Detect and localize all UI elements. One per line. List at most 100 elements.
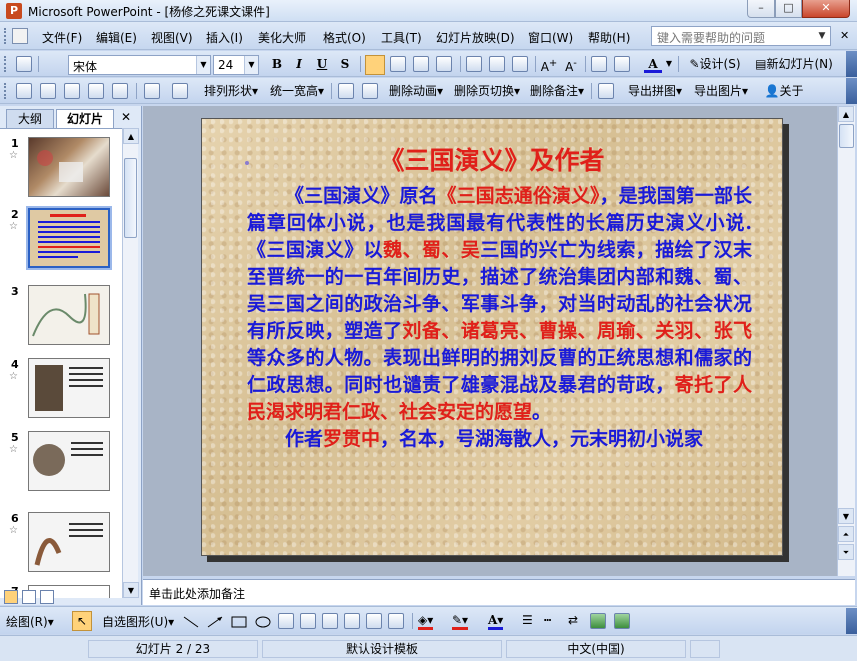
textbox-icon[interactable] [278, 613, 294, 629]
toolbar-options-icon[interactable] [44, 56, 58, 72]
numbering-icon[interactable] [489, 56, 505, 72]
font-color-button[interactable]: A [644, 55, 662, 73]
italic-button[interactable]: I [290, 55, 308, 73]
text-color-icon[interactable]: A▾ [488, 613, 504, 630]
shadow-style-icon[interactable] [590, 613, 606, 629]
menu-beautify[interactable]: 美化大师 [258, 29, 306, 46]
menu-slideshow[interactable]: 幻灯片放映(D) [436, 29, 515, 46]
text-style-icon[interactable] [338, 83, 354, 99]
picture-icon[interactable] [64, 83, 80, 99]
uniform-size-button[interactable]: 统一宽高▾ [266, 82, 328, 100]
scroll-down-icon[interactable]: ▼ [838, 508, 854, 524]
toolbar-grip[interactable] [4, 56, 7, 72]
oval-icon[interactable] [254, 615, 272, 629]
normal-view-icon[interactable] [4, 590, 18, 604]
slideshow-icon[interactable] [40, 590, 54, 604]
export-image-button[interactable]: 导出图片▾ [690, 82, 752, 100]
about-button[interactable]: 👤关于 [760, 82, 808, 100]
slide-thumbnail-selected[interactable] [26, 206, 112, 270]
maximize-button[interactable]: □ [775, 0, 802, 18]
align-center-icon[interactable] [390, 56, 406, 72]
line-style-icon[interactable]: ☰ [522, 613, 533, 627]
format-painter-icon[interactable] [16, 56, 32, 72]
menu-grip[interactable] [4, 28, 7, 44]
scroll-up-icon[interactable]: ▲ [123, 128, 139, 144]
toolbar-overflow-icon[interactable] [846, 78, 857, 104]
slide-thumbnail[interactable] [28, 137, 110, 197]
dash-style-icon[interactable]: ┅ [544, 613, 551, 627]
scroll-up-icon[interactable]: ▲ [838, 106, 854, 122]
increase-indent-icon[interactable] [614, 56, 630, 72]
autoshapes-button[interactable]: 自选图形(U)▾ [102, 613, 174, 630]
menu-window[interactable]: 窗口(W) [528, 29, 573, 46]
diagram-icon[interactable] [344, 613, 360, 629]
line-icon[interactable] [182, 615, 200, 629]
3d-style-icon[interactable] [614, 613, 630, 629]
slide-thumbnail-row[interactable]: 6 ☆ [0, 512, 122, 576]
line-color-icon[interactable]: ✎▾ [452, 613, 469, 630]
slide-thumbnail-row[interactable]: 7 [0, 585, 122, 598]
window-icon[interactable] [112, 83, 128, 99]
slide-thumbnail-row[interactable]: 4 ☆ [0, 358, 122, 422]
arrow-icon[interactable] [206, 615, 224, 629]
delete-animation-button[interactable]: 删除动画▾ [386, 82, 446, 100]
menu-view[interactable]: 视图(V) [151, 29, 193, 46]
new-slide-button[interactable]: ▤新幻灯片(N) [750, 55, 838, 73]
slide-thumbnail-row[interactable]: 5 ☆ [0, 431, 122, 495]
menu-file[interactable]: 文件(F) [42, 29, 82, 46]
notes-pane[interactable]: 单击此处添加备注 [143, 579, 855, 605]
bullets-icon[interactable] [512, 56, 528, 72]
slide-thumbnail[interactable] [28, 431, 110, 491]
wordart-icon[interactable] [322, 613, 338, 629]
vertical-textbox-icon[interactable] [300, 613, 316, 629]
menu-insert[interactable]: 插入(I) [206, 29, 243, 46]
export-icon[interactable] [598, 83, 614, 99]
shadow-button[interactable]: S [336, 55, 354, 73]
chevron-down-icon[interactable]: ▼ [664, 55, 674, 73]
clipart-icon[interactable] [366, 613, 382, 629]
toolbar-overflow-icon[interactable] [846, 608, 857, 634]
help-search-input[interactable]: 键入需要帮助的问题 ▼ [651, 26, 831, 46]
slide-thumbnail-row[interactable]: 2 ☆ [0, 206, 122, 272]
close-button[interactable]: ✕ [802, 0, 850, 18]
align-left-button[interactable] [365, 55, 385, 75]
table-icon[interactable] [88, 83, 104, 99]
slide-thumbnail-row[interactable]: 1 ☆ [0, 137, 122, 201]
select-pointer-icon[interactable]: ↖ [72, 611, 92, 631]
tab-outline[interactable]: 大纲 [6, 109, 54, 128]
document-icon[interactable] [172, 83, 188, 99]
delete-notes-button[interactable]: 删除备注▾ [527, 82, 587, 100]
slide-thumbnail-row[interactable]: 3 [0, 285, 122, 349]
slide-thumbnail[interactable] [28, 358, 110, 418]
decrease-indent-icon[interactable] [591, 56, 607, 72]
magic-wand-icon[interactable] [144, 83, 160, 99]
design-button[interactable]: ✎设计(S) [684, 55, 746, 73]
increase-font-icon[interactable]: A+ [540, 55, 558, 74]
align-right-icon[interactable] [413, 56, 429, 72]
slide-scrollbar[interactable]: ▲ ▼ ⏶ ⏷ [837, 106, 855, 576]
new-icon[interactable] [16, 83, 32, 99]
current-slide[interactable]: 《三国演义》及作者 《三国演义》原名《三国志通俗演义》，是我国第一部长篇章回体小… [201, 118, 783, 556]
fill-color-icon[interactable]: ◈▾ [418, 613, 434, 630]
distribute-icon[interactable] [436, 56, 452, 72]
image-icon[interactable] [40, 83, 56, 99]
slide-sorter-icon[interactable] [22, 590, 36, 604]
arrow-style-icon[interactable]: ⇄ [568, 613, 578, 627]
menu-help[interactable]: 帮助(H) [588, 29, 630, 46]
close-document-button[interactable]: ✕ [840, 29, 849, 42]
toolbar-grip[interactable] [4, 83, 7, 99]
export-collage-button[interactable]: 导出拼图▾ [624, 82, 686, 100]
chevron-down-icon[interactable]: ▼ [196, 56, 210, 74]
line-spacing-icon[interactable] [466, 56, 482, 72]
tab-slides[interactable]: 幻灯片 [56, 109, 114, 128]
arrange-shapes-button[interactable]: 排列形状▾ [200, 82, 262, 100]
font-name-select[interactable]: 宋体 ▼ [68, 55, 211, 75]
insert-picture-icon[interactable] [388, 613, 404, 629]
thumbnail-scrollbar[interactable]: ▲ ▼ [122, 128, 139, 598]
previous-slide-icon[interactable]: ⏶ [838, 526, 854, 542]
slide-title[interactable]: 《三国演义》及作者 [202, 141, 782, 177]
toolbar-overflow-icon[interactable] [846, 51, 857, 77]
close-pane-button[interactable]: ✕ [121, 110, 131, 124]
chevron-down-icon[interactable]: ▼ [814, 27, 830, 45]
scroll-down-icon[interactable]: ▼ [123, 582, 139, 598]
